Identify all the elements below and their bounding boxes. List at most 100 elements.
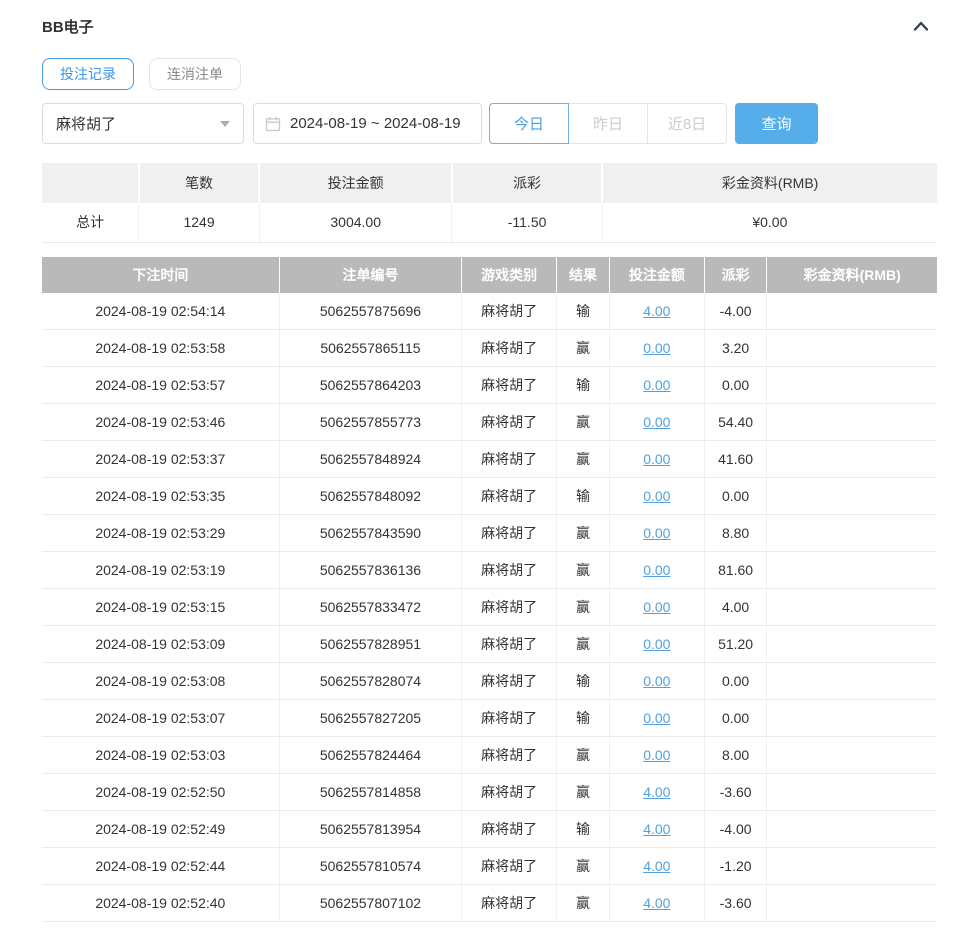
col-payout: 派彩 bbox=[704, 256, 768, 293]
calendar-icon bbox=[265, 116, 281, 132]
cell-bet-time: 2024-08-19 02:54:14 bbox=[42, 292, 280, 330]
col-game-type: 游戏类别 bbox=[461, 256, 558, 293]
table-row: 2024-08-19 02:54:14 5062557875696 麻将胡了 输… bbox=[42, 292, 937, 330]
bet-amount-link[interactable]: 0.00 bbox=[643, 525, 670, 541]
col-bet-time: 下注时间 bbox=[42, 256, 280, 293]
cell-result: 输 bbox=[556, 366, 610, 404]
table-row: 2024-08-19 02:53:35 5062557848092 麻将胡了 输… bbox=[42, 477, 937, 515]
table-row: 2024-08-19 02:53:09 5062557828951 麻将胡了 赢… bbox=[42, 625, 937, 663]
cell-game-type: 麻将胡了 bbox=[461, 329, 558, 367]
bet-amount-link[interactable]: 4.00 bbox=[643, 821, 670, 837]
summary-total-row: 总计 1249 3004.00 -11.50 ¥0.00 bbox=[42, 203, 937, 243]
cell-payout: 54.40 bbox=[704, 403, 768, 441]
col-bet-amount: 投注金额 bbox=[609, 256, 705, 293]
bet-amount-link[interactable]: 4.00 bbox=[643, 303, 670, 319]
summary-total-payout: -11.50 bbox=[451, 203, 603, 243]
cell-game-type: 麻将胡了 bbox=[461, 514, 558, 552]
cell-payout: 0.00 bbox=[704, 477, 768, 515]
cell-game-type: 麻将胡了 bbox=[461, 403, 558, 441]
cell-bet-time: 2024-08-19 02:53:03 bbox=[42, 736, 280, 774]
cell-bet-time: 2024-08-19 02:53:29 bbox=[42, 514, 280, 552]
col-bonus: 彩金资料(RMB) bbox=[766, 256, 937, 293]
cell-result: 输 bbox=[556, 477, 610, 515]
cell-bonus bbox=[766, 773, 937, 811]
record-tabs: 投注记录 连消注单 bbox=[42, 58, 937, 90]
cell-bonus bbox=[766, 366, 937, 404]
cell-bet-time: 2024-08-19 02:53:19 bbox=[42, 551, 280, 589]
cell-order-id: 5062557836136 bbox=[279, 551, 463, 589]
cell-payout: -3.60 bbox=[704, 884, 768, 922]
table-row: 2024-08-19 02:53:08 5062557828074 麻将胡了 输… bbox=[42, 662, 937, 700]
summary-col-payout: 派彩 bbox=[451, 163, 604, 203]
cell-payout: 41.60 bbox=[704, 440, 768, 478]
table-row: 2024-08-19 02:52:44 5062557810574 麻将胡了 赢… bbox=[42, 847, 937, 885]
cell-game-type: 麻将胡了 bbox=[461, 366, 558, 404]
bet-amount-link[interactable]: 4.00 bbox=[643, 858, 670, 874]
table-row: 2024-08-19 02:53:58 5062557865115 麻将胡了 赢… bbox=[42, 329, 937, 367]
cell-result: 赢 bbox=[556, 329, 610, 367]
collapse-button[interactable] bbox=[909, 15, 933, 37]
cell-bonus bbox=[766, 477, 937, 515]
summary-total-count: 1249 bbox=[138, 203, 260, 243]
bet-amount-link[interactable]: 0.00 bbox=[643, 414, 670, 430]
range-button-yesterday[interactable]: 昨日 bbox=[568, 103, 648, 144]
bet-amount-link[interactable]: 0.00 bbox=[643, 710, 670, 726]
bet-amount-link[interactable]: 0.00 bbox=[643, 562, 670, 578]
range-button-last8days[interactable]: 近8日 bbox=[647, 103, 727, 144]
cell-bet-time: 2024-08-19 02:53:07 bbox=[42, 699, 280, 737]
search-button[interactable]: 查询 bbox=[735, 103, 818, 144]
cell-result: 输 bbox=[556, 292, 610, 330]
cell-payout: 0.00 bbox=[704, 366, 768, 404]
bet-amount-link[interactable]: 0.00 bbox=[643, 340, 670, 356]
bet-amount-link[interactable]: 0.00 bbox=[643, 673, 670, 689]
bet-amount-link[interactable]: 4.00 bbox=[643, 895, 670, 911]
table-row: 2024-08-19 02:53:46 5062557855773 麻将胡了 赢… bbox=[42, 403, 937, 441]
range-button-today[interactable]: 今日 bbox=[489, 103, 569, 144]
table-row: 2024-08-19 02:52:40 5062557807102 麻将胡了 赢… bbox=[42, 884, 937, 922]
col-order-id: 注单编号 bbox=[279, 256, 463, 293]
cell-order-id: 5062557828951 bbox=[279, 625, 463, 663]
cell-bet-time: 2024-08-19 02:53:09 bbox=[42, 625, 280, 663]
cell-bet-time: 2024-08-19 02:53:08 bbox=[42, 662, 280, 700]
tab-cancelled-orders[interactable]: 连消注单 bbox=[149, 58, 241, 90]
bet-amount-link[interactable]: 0.00 bbox=[643, 636, 670, 652]
table-row: 2024-08-19 02:53:29 5062557843590 麻将胡了 赢… bbox=[42, 514, 937, 552]
cell-result: 赢 bbox=[556, 625, 610, 663]
cell-game-type: 麻将胡了 bbox=[461, 440, 558, 478]
cell-order-id: 5062557848924 bbox=[279, 440, 463, 478]
bet-amount-link[interactable]: 4.00 bbox=[643, 784, 670, 800]
bet-amount-link[interactable]: 0.00 bbox=[643, 747, 670, 763]
cell-bet-time: 2024-08-19 02:53:35 bbox=[42, 477, 280, 515]
page-title: BB电子 bbox=[42, 18, 94, 36]
cell-bet-time: 2024-08-19 02:52:50 bbox=[42, 773, 280, 811]
bet-amount-link[interactable]: 0.00 bbox=[643, 377, 670, 393]
bet-amount-link[interactable]: 0.00 bbox=[643, 599, 670, 615]
bet-amount-link[interactable]: 0.00 bbox=[643, 488, 670, 504]
summary-total-bonus: ¥0.00 bbox=[602, 203, 937, 243]
cell-result: 赢 bbox=[556, 440, 610, 478]
cell-game-type: 麻将胡了 bbox=[461, 625, 558, 663]
bet-records-panel: BB电子 投注记录 连消注单 麻将胡了 2024-08-19 ~ 2024-08… bbox=[0, 0, 979, 922]
cell-payout: 0.00 bbox=[704, 699, 768, 737]
cell-game-type: 麻将胡了 bbox=[461, 662, 558, 700]
cell-bet-time: 2024-08-19 02:53:58 bbox=[42, 329, 280, 367]
bet-amount-link[interactable]: 0.00 bbox=[643, 451, 670, 467]
date-range-input[interactable]: 2024-08-19 ~ 2024-08-19 bbox=[253, 103, 482, 144]
cell-order-id: 5062557848092 bbox=[279, 477, 463, 515]
cell-order-id: 5062557813954 bbox=[279, 810, 463, 848]
cell-payout: 81.60 bbox=[704, 551, 768, 589]
cell-bonus bbox=[766, 736, 937, 774]
cell-order-id: 5062557865115 bbox=[279, 329, 463, 367]
cell-payout: -4.00 bbox=[704, 810, 768, 848]
filter-bar: 麻将胡了 2024-08-19 ~ 2024-08-19 今日 昨日 近8日 查… bbox=[42, 103, 937, 144]
cell-result: 赢 bbox=[556, 588, 610, 626]
cell-bonus bbox=[766, 551, 937, 589]
col-result: 结果 bbox=[556, 256, 610, 293]
game-type-select[interactable]: 麻将胡了 bbox=[42, 103, 244, 144]
cell-order-id: 5062557824464 bbox=[279, 736, 463, 774]
cell-order-id: 5062557864203 bbox=[279, 366, 463, 404]
summary-col-blank bbox=[42, 163, 140, 203]
cell-game-type: 麻将胡了 bbox=[461, 292, 558, 330]
cell-result: 赢 bbox=[556, 514, 610, 552]
tab-bet-records[interactable]: 投注记录 bbox=[42, 58, 134, 90]
